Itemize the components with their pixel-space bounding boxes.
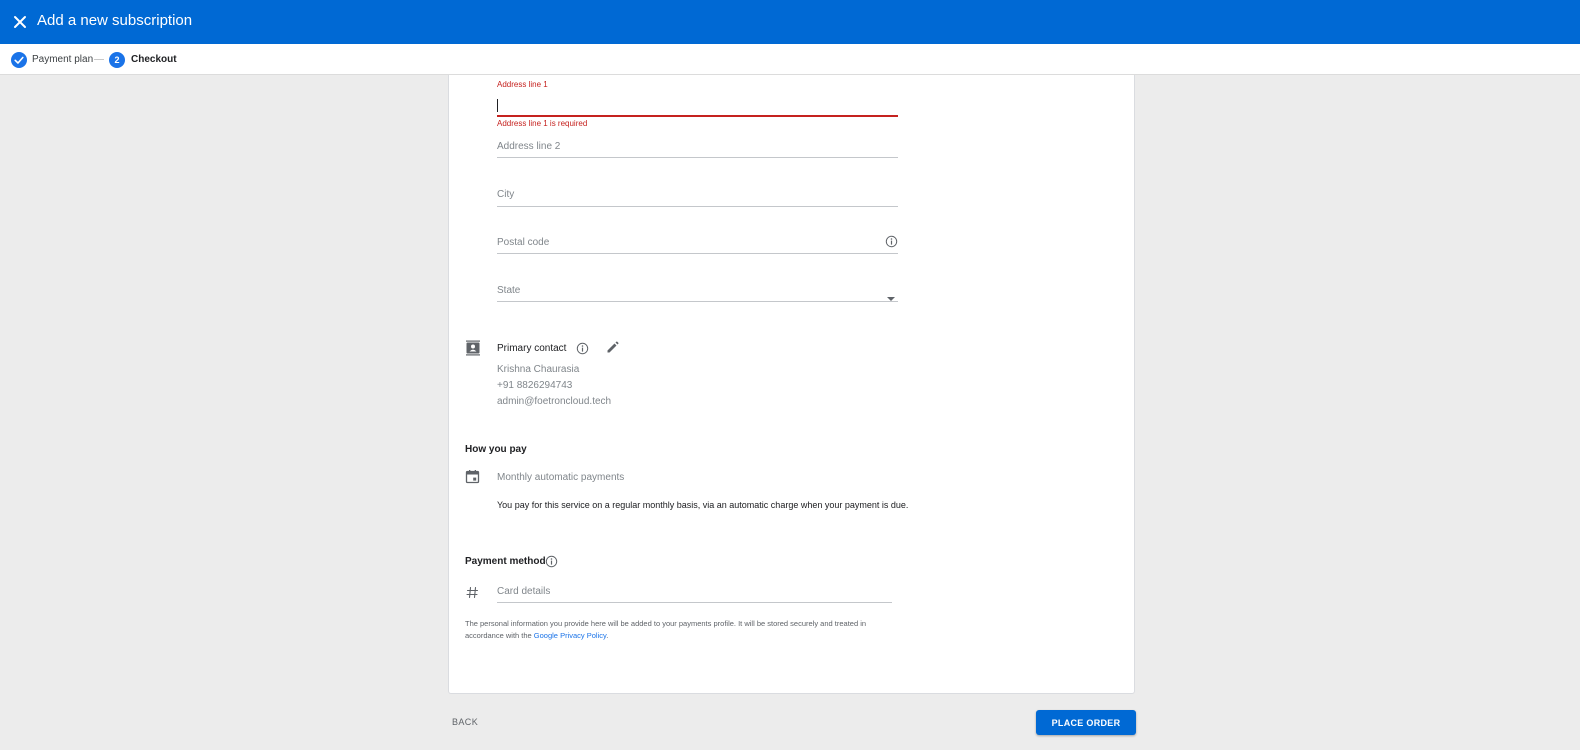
address-line1-underline xyxy=(497,115,898,117)
hash-icon xyxy=(466,586,479,604)
privacy-notice-end: . xyxy=(606,631,609,640)
dropdown-arrow-icon[interactable] xyxy=(886,289,896,307)
checkout-card: Address line 1 Address line 1 is require… xyxy=(448,75,1135,694)
address-line1-label: Address line 1 xyxy=(497,80,548,89)
contact-info-icon[interactable] xyxy=(576,342,589,360)
card-details-field[interactable]: Card details xyxy=(497,585,892,605)
address-line1-field[interactable]: Address line 1 Address line 1 is require… xyxy=(497,80,898,130)
card-details-placeholder: Card details xyxy=(497,586,551,597)
city-underline xyxy=(497,206,898,207)
state-select[interactable]: State xyxy=(497,285,898,305)
postal-code-underline xyxy=(497,253,898,254)
city-placeholder: City xyxy=(497,189,515,200)
address-line2-underline xyxy=(497,157,898,158)
contact-phone: +91 8826294743 xyxy=(497,380,573,391)
state-placeholder: State xyxy=(497,285,521,296)
privacy-notice-text: The personal information you provide her… xyxy=(465,619,867,640)
address-line1-error: Address line 1 is required xyxy=(497,119,588,128)
payment-method-title: Payment method xyxy=(465,556,546,567)
payment-schedule-description: You pay for this service on a regular mo… xyxy=(497,500,909,510)
step-number-badge: 2 xyxy=(109,52,125,68)
privacy-notice: The personal information you provide her… xyxy=(465,618,895,642)
back-button[interactable]: BACK xyxy=(452,717,478,727)
step-label-checkout: Checkout xyxy=(131,54,177,65)
page-title: Add a new subscription xyxy=(37,12,193,29)
payment-schedule-option: Monthly automatic payments xyxy=(497,472,625,483)
contact-card-icon xyxy=(465,340,481,361)
checkout-stepper: Payment plan 2 Checkout xyxy=(0,44,1580,75)
postal-code-field[interactable]: Postal code xyxy=(497,235,898,257)
payment-method-info-icon[interactable] xyxy=(545,555,558,573)
address-line2-placeholder: Address line 2 xyxy=(497,141,561,152)
contact-name: Krishna Chaurasia xyxy=(497,364,580,375)
info-icon[interactable] xyxy=(885,235,898,253)
privacy-policy-link[interactable]: Google Privacy Policy xyxy=(534,631,606,640)
card-details-underline xyxy=(497,602,892,603)
check-icon xyxy=(14,56,24,64)
postal-code-placeholder: Postal code xyxy=(497,237,550,248)
step-label-payment-plan[interactable]: Payment plan xyxy=(32,54,93,65)
primary-contact-title: Primary contact xyxy=(497,343,567,354)
city-field[interactable]: City xyxy=(497,189,898,209)
text-caret xyxy=(497,99,498,112)
state-underline xyxy=(497,301,898,302)
contact-email: admin@foetroncloud.tech xyxy=(497,396,612,407)
how-you-pay-title: How you pay xyxy=(465,444,527,455)
address-line2-field[interactable]: Address line 2 xyxy=(497,141,898,161)
close-icon[interactable] xyxy=(9,11,31,33)
place-order-button[interactable]: PLACE ORDER xyxy=(1036,710,1136,735)
app-bar: Add a new subscription xyxy=(0,0,1580,44)
step-complete-badge[interactable] xyxy=(11,52,27,68)
step-connector xyxy=(94,59,104,60)
pencil-icon[interactable] xyxy=(605,340,620,360)
calendar-icon xyxy=(465,469,480,489)
